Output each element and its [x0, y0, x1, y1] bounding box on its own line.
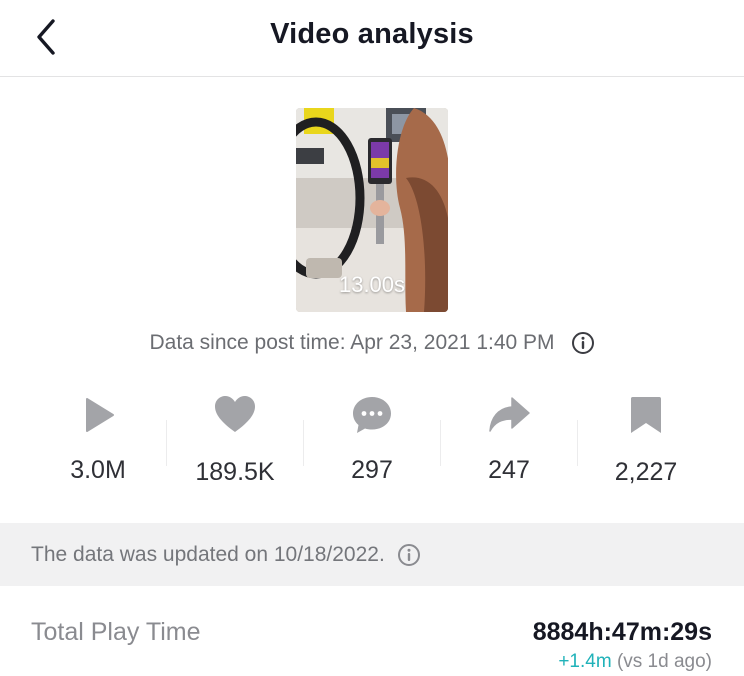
play-time-compare: (vs 1d ago): [616, 651, 712, 672]
total-play-time-label: Total Play Time: [31, 618, 201, 646]
video-analysis-screen: Video analysis 13.00s Data since post ti…: [0, 0, 744, 676]
bookmark-icon: [631, 397, 661, 433]
share-icon: [489, 397, 530, 432]
total-play-time-change: +1.4m (vs 1d ago): [558, 651, 712, 673]
stat-views: 3.0M: [30, 392, 166, 502]
play-time-delta: +1.4m: [558, 651, 612, 672]
comments-count: 297: [351, 456, 393, 484]
page-title: Video analysis: [270, 18, 474, 50]
data-updated-text: The data was updated on 10/18/2022.: [31, 542, 385, 566]
video-thumbnail[interactable]: 13.00s: [296, 108, 448, 312]
views-count: 3.0M: [70, 456, 126, 484]
post-time-text: Data since post time: Apr 23, 2021 1:40 …: [149, 331, 555, 354]
video-duration: 13.00s: [338, 272, 406, 297]
stat-likes: 189.5K: [167, 392, 303, 502]
info-icon[interactable]: [571, 331, 595, 355]
data-updated-banner: The data was updated on 10/18/2022.: [0, 523, 744, 586]
stat-comments: 297: [304, 392, 440, 502]
saves-count: 2,227: [614, 458, 678, 486]
total-play-time-value: 8884h:47m:29s: [532, 618, 712, 646]
play-icon: [86, 398, 114, 432]
likes-count: 189.5K: [195, 458, 275, 486]
engagement-stats: 3.0M 189.5K 297 247 2,227: [30, 392, 716, 502]
info-icon[interactable]: [397, 543, 421, 567]
comment-icon: [353, 397, 391, 433]
header-bar: Video analysis: [0, 0, 744, 77]
stat-saves: 2,227: [578, 392, 714, 502]
shares-count: 247: [488, 456, 530, 484]
post-time-row: Data since post time: Apr 23, 2021 1:40 …: [0, 328, 744, 358]
heart-icon: [215, 396, 255, 432]
stat-shares: 247: [441, 392, 577, 502]
